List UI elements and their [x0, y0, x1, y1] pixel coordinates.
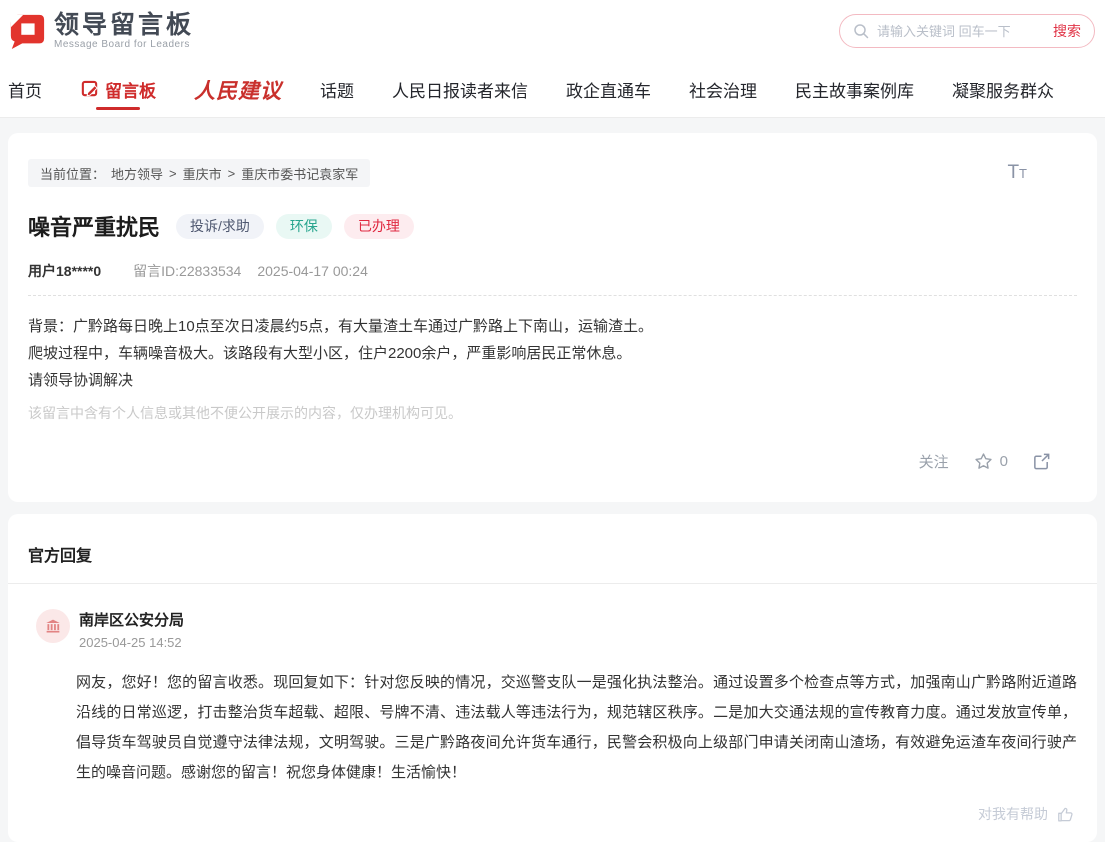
tag-environment: 环保: [276, 214, 332, 239]
message-title: 噪音严重扰民: [28, 210, 160, 242]
search-box: 搜索: [839, 14, 1095, 48]
breadcrumb-link-secretary[interactable]: 重庆市委书记袁家军: [241, 164, 358, 183]
nav-label: 民主故事案例库: [795, 77, 914, 102]
breadcrumb-separator: >: [228, 166, 236, 181]
star-button[interactable]: 0: [973, 451, 1008, 472]
official-reply-card: 官方回复 南岸: [8, 514, 1097, 842]
nav-item-message-board[interactable]: 留言板: [80, 62, 156, 117]
tag-complaint-help: 投诉/求助: [176, 214, 264, 239]
message-content: 背景：广黔路每日晚上10点至次日凌晨约5点，有大量渣土车通过广黔路上下南山，运输…: [28, 313, 1077, 394]
share-icon: [1032, 452, 1051, 471]
content-line: 请领导协调解决: [28, 367, 1077, 394]
font-size-large-letter: T: [1007, 162, 1019, 183]
breadcrumb-separator: >: [169, 166, 177, 181]
nav-item-reader-letters[interactable]: 人民日报读者来信: [392, 62, 528, 117]
nav-label: 凝聚服务群众: [952, 77, 1054, 102]
privacy-note: 该留言中含有个人信息或其他不便公开展示的内容，仅办理机构可见。: [28, 403, 1077, 423]
edit-icon: [80, 80, 99, 99]
reply-date: 2025-04-25 14:52: [79, 635, 184, 650]
logo-title: 领导留言板: [54, 12, 194, 38]
agency-name[interactable]: 南岸区公安分局: [79, 609, 184, 630]
breadcrumb-link-chongqing[interactable]: 重庆市: [183, 164, 222, 183]
nav-item-topics[interactable]: 话题: [320, 62, 354, 117]
nav-label: 首页: [8, 77, 42, 102]
message-id: 留言ID:22833534: [133, 261, 241, 281]
star-icon: [973, 451, 994, 472]
breadcrumb-prefix: 当前位置：: [40, 164, 105, 183]
nav-label: 人民日报读者来信: [392, 77, 528, 102]
font-size-small-letter: T: [1019, 166, 1027, 181]
message-user: 用户18****0: [28, 261, 101, 281]
building-icon: [44, 617, 62, 635]
main-nav: 首页 留言板 人民建议 话题 人民日报读者来信 政企直通车 社会治理 民主故事案…: [0, 62, 1105, 118]
search-input[interactable]: [877, 24, 1045, 39]
breadcrumb-link-local-leaders[interactable]: 地方领导: [111, 164, 163, 183]
reply-content: 网友，您好！您的留言收悉。现回复如下：针对您反映的情况，交巡警支队一是强化执法整…: [76, 668, 1077, 788]
nav-item-home[interactable]: 首页: [8, 62, 42, 117]
nav-item-gov-business[interactable]: 政企直通车: [566, 62, 651, 117]
main-content: 当前位置： 地方领导 > 重庆市 > 重庆市委书记袁家军 TT 噪音严重扰民 投…: [0, 118, 1105, 842]
follow-button[interactable]: 关注: [919, 451, 949, 472]
message-date: 2025-04-17 00:24: [257, 263, 368, 279]
search-button[interactable]: 搜索: [1053, 21, 1081, 41]
thumbs-up-icon: [1056, 805, 1075, 824]
search-icon: [853, 23, 869, 39]
nav-label: 留言板: [105, 77, 156, 102]
nav-label: 话题: [320, 77, 354, 102]
nav-item-people-suggestions[interactable]: 人民建议: [194, 62, 282, 117]
logo-subtitle: Message Board for Leaders: [54, 39, 194, 50]
tag-status-handled: 已办理: [344, 214, 414, 239]
helpful-button[interactable]: 对我有帮助: [30, 804, 1075, 842]
logo-icon: [8, 12, 46, 50]
font-size-icon[interactable]: TT: [1007, 162, 1027, 184]
nav-item-social-governance[interactable]: 社会治理: [689, 62, 757, 117]
nav-label: 政企直通车: [566, 77, 651, 102]
site-logo[interactable]: 领导留言板 Message Board for Leaders: [8, 12, 194, 50]
dashed-divider: [28, 295, 1077, 296]
content-line: 爬坡过程中，车辆噪音极大。该路段有大型小区，住户2200余户，严重影响居民正常休…: [28, 340, 1077, 367]
agency-avatar: [36, 609, 70, 643]
reply-section-title: 官方回复: [8, 542, 1097, 566]
star-count: 0: [1000, 453, 1008, 470]
nav-label: 社会治理: [689, 77, 757, 102]
nav-item-democracy-cases[interactable]: 民主故事案例库: [795, 62, 914, 117]
active-tab-indicator: [96, 107, 140, 110]
breadcrumb: 当前位置： 地方领导 > 重庆市 > 重庆市委书记袁家军: [28, 159, 370, 187]
share-button[interactable]: [1032, 452, 1051, 471]
helpful-label: 对我有帮助: [978, 804, 1048, 824]
top-header: 领导留言板 Message Board for Leaders 搜索: [0, 0, 1105, 62]
content-line: 背景：广黔路每日晚上10点至次日凌晨约5点，有大量渣土车通过广黔路上下南山，运输…: [28, 313, 1077, 340]
nav-label: 人民建议: [194, 75, 282, 105]
message-card: 当前位置： 地方领导 > 重庆市 > 重庆市委书记袁家军 TT 噪音严重扰民 投…: [8, 133, 1097, 502]
nav-item-serve-masses[interactable]: 凝聚服务群众: [952, 62, 1054, 117]
